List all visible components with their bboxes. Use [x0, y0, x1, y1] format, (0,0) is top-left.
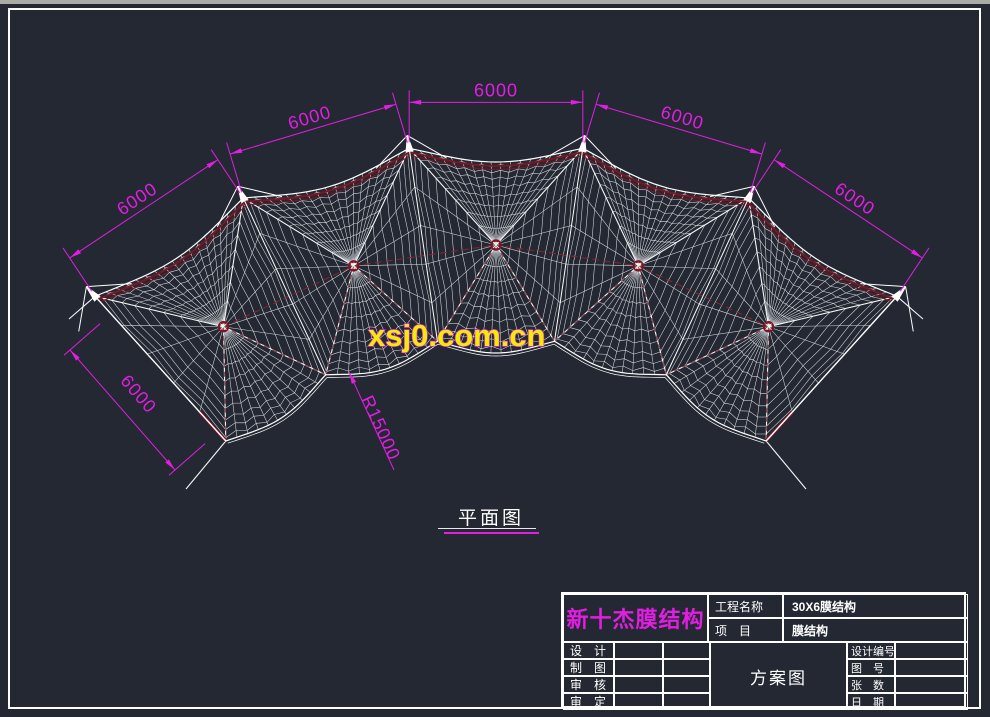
title-block: 新十杰膜结构 工程名称 30X6膜结构 项 目 膜结构 设 计 制 图 审 核 …	[561, 592, 966, 708]
project-name-label: 工程名称	[708, 594, 783, 618]
info-value-cell	[895, 693, 968, 710]
info-label-design-no: 设计编号	[847, 642, 895, 659]
watermark-text: xsj0.com.cn	[368, 318, 545, 353]
sign-value-cell	[663, 676, 710, 693]
plan-label-underline-white	[438, 528, 536, 529]
cad-screenshot: { "colors": { "background": "#232832", "…	[0, 0, 990, 717]
project-name-value: 30X6膜结构	[783, 594, 968, 618]
sign-label-design: 设 计	[563, 642, 614, 659]
info-label-date: 日 期	[847, 693, 895, 710]
sign-label-check: 审 核	[563, 676, 614, 693]
sign-value-cell	[614, 676, 663, 693]
sign-value-cell	[663, 659, 710, 676]
info-value-cell	[895, 676, 968, 693]
project-label: 项 目	[708, 618, 783, 642]
scheme-drawing-label: 方案图	[710, 642, 847, 710]
plan-label-underline-magenta	[444, 532, 539, 534]
sign-value-cell	[614, 693, 663, 710]
company-name: 新十杰膜结构	[563, 594, 708, 642]
info-label-drawing-no: 图 号	[847, 659, 895, 676]
info-label-sheets: 张 数	[847, 676, 895, 693]
sign-value-cell	[614, 659, 663, 676]
sign-value-cell	[663, 693, 710, 710]
project-value: 膜结构	[783, 618, 968, 642]
info-value-cell	[895, 659, 968, 676]
sign-label-draft: 制 图	[563, 659, 614, 676]
radius-label: R15000	[357, 392, 404, 463]
sign-label-approve: 审 定	[563, 693, 614, 710]
dimension-label: 6000	[286, 102, 334, 134]
plan-view-label: 平面图	[458, 503, 524, 530]
sign-value-cell	[663, 642, 710, 659]
dimension-label: 6000	[474, 80, 518, 100]
sign-value-cell	[614, 642, 663, 659]
membrane-mesh-layer	[95, 148, 897, 441]
dimension-layer	[63, 90, 929, 475]
dimension-label: 6000	[658, 102, 706, 134]
info-value-cell	[895, 642, 968, 659]
